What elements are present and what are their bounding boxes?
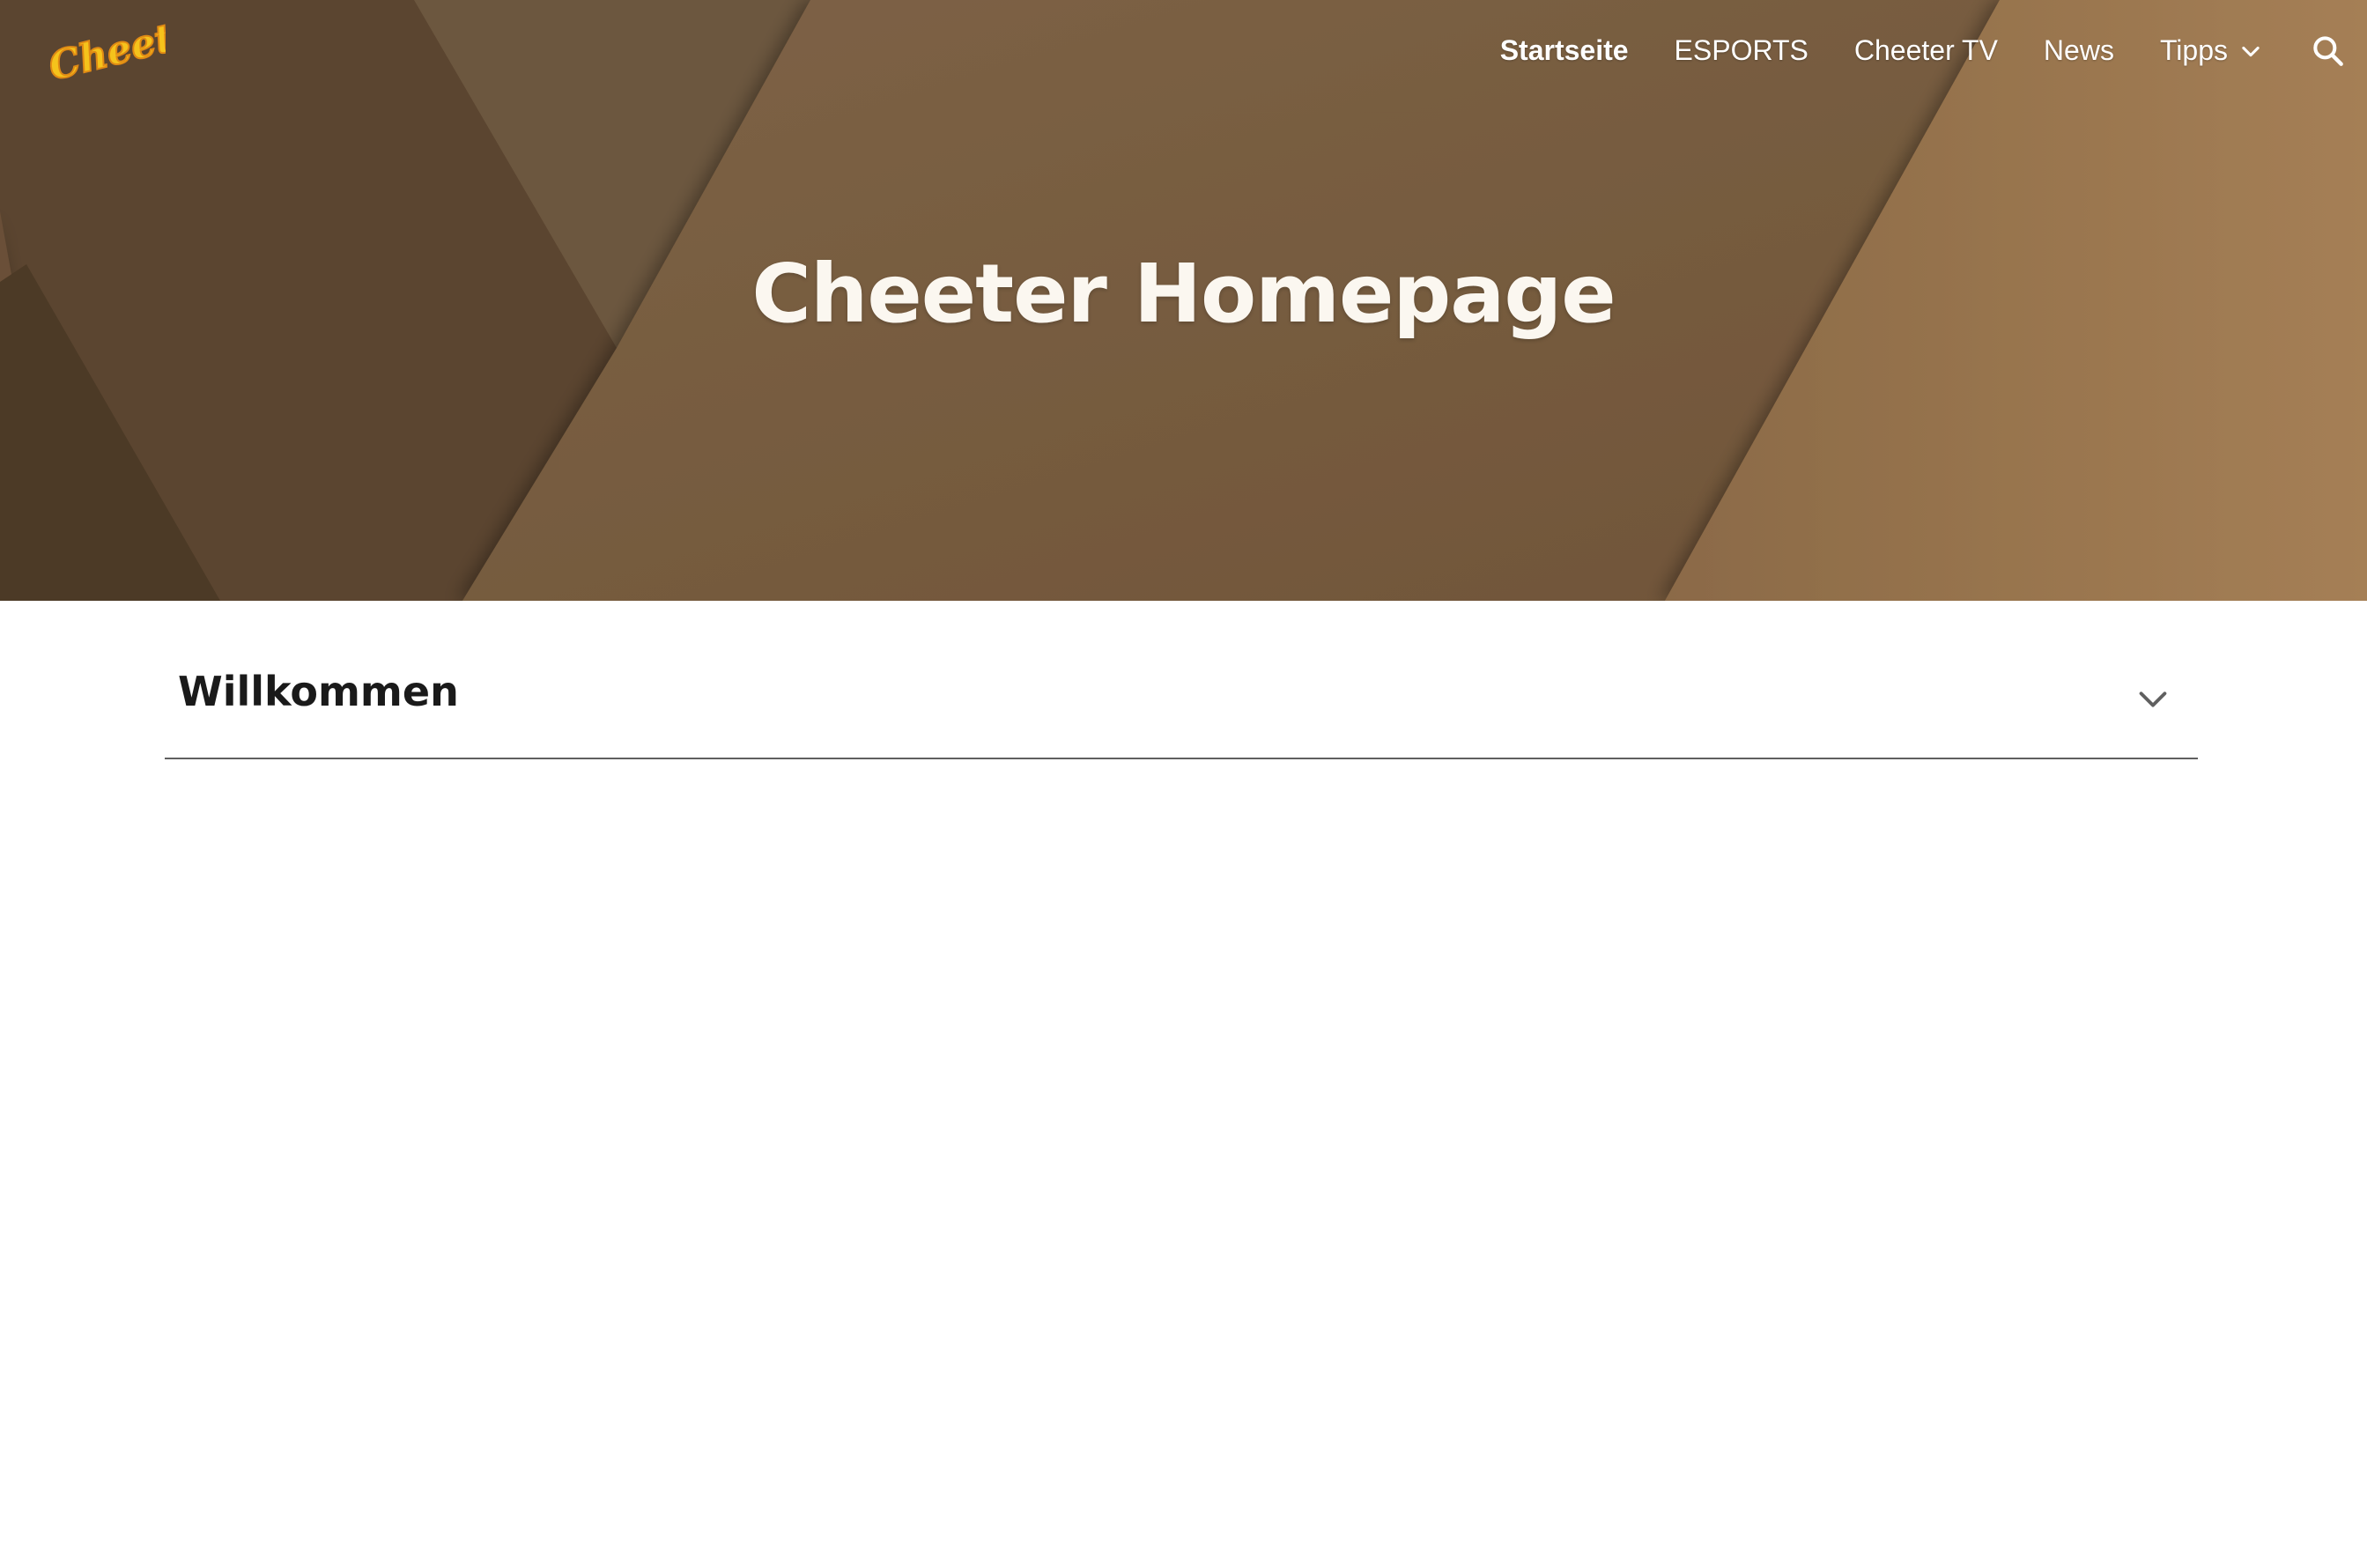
nav-item-label: Cheeter TV xyxy=(1853,34,1998,66)
nav-item-tipps[interactable]: Tipps xyxy=(2160,34,2263,67)
nav-item-label: News xyxy=(2043,34,2114,66)
nav-item-esports[interactable]: ESPORTS xyxy=(1675,34,1809,67)
collapsible-section-willkommen[interactable]: Willkommen xyxy=(165,632,2198,759)
search-icon[interactable] xyxy=(2309,32,2348,70)
cheeter-logo[interactable]: Cheeter xyxy=(42,12,166,83)
nav-item-cheeter-tv[interactable]: Cheeter TV xyxy=(1854,34,1998,67)
hero-banner: Cheeter Startseite ESPORTS Cheeter TV Ne… xyxy=(0,0,2367,601)
nav-item-startseite[interactable]: Startseite xyxy=(1500,34,1629,67)
chevron-down-icon[interactable] xyxy=(2238,39,2263,63)
top-navigation-bar: Cheeter Startseite ESPORTS Cheeter TV Ne… xyxy=(0,0,2367,101)
nav-item-news[interactable]: News xyxy=(2044,34,2114,67)
nav-item-label: Tipps xyxy=(2159,34,2228,66)
logo-text: Cheeter xyxy=(44,12,166,83)
nav-item-label: Startseite xyxy=(1499,34,1629,66)
main-nav: Startseite ESPORTS Cheeter TV News Tipps xyxy=(1454,0,2367,101)
page-title: Cheeter Homepage xyxy=(751,247,1616,341)
nav-item-label: ESPORTS xyxy=(1674,34,1809,66)
chevron-down-icon[interactable] xyxy=(2133,678,2173,719)
section-title: Willkommen xyxy=(178,668,459,715)
